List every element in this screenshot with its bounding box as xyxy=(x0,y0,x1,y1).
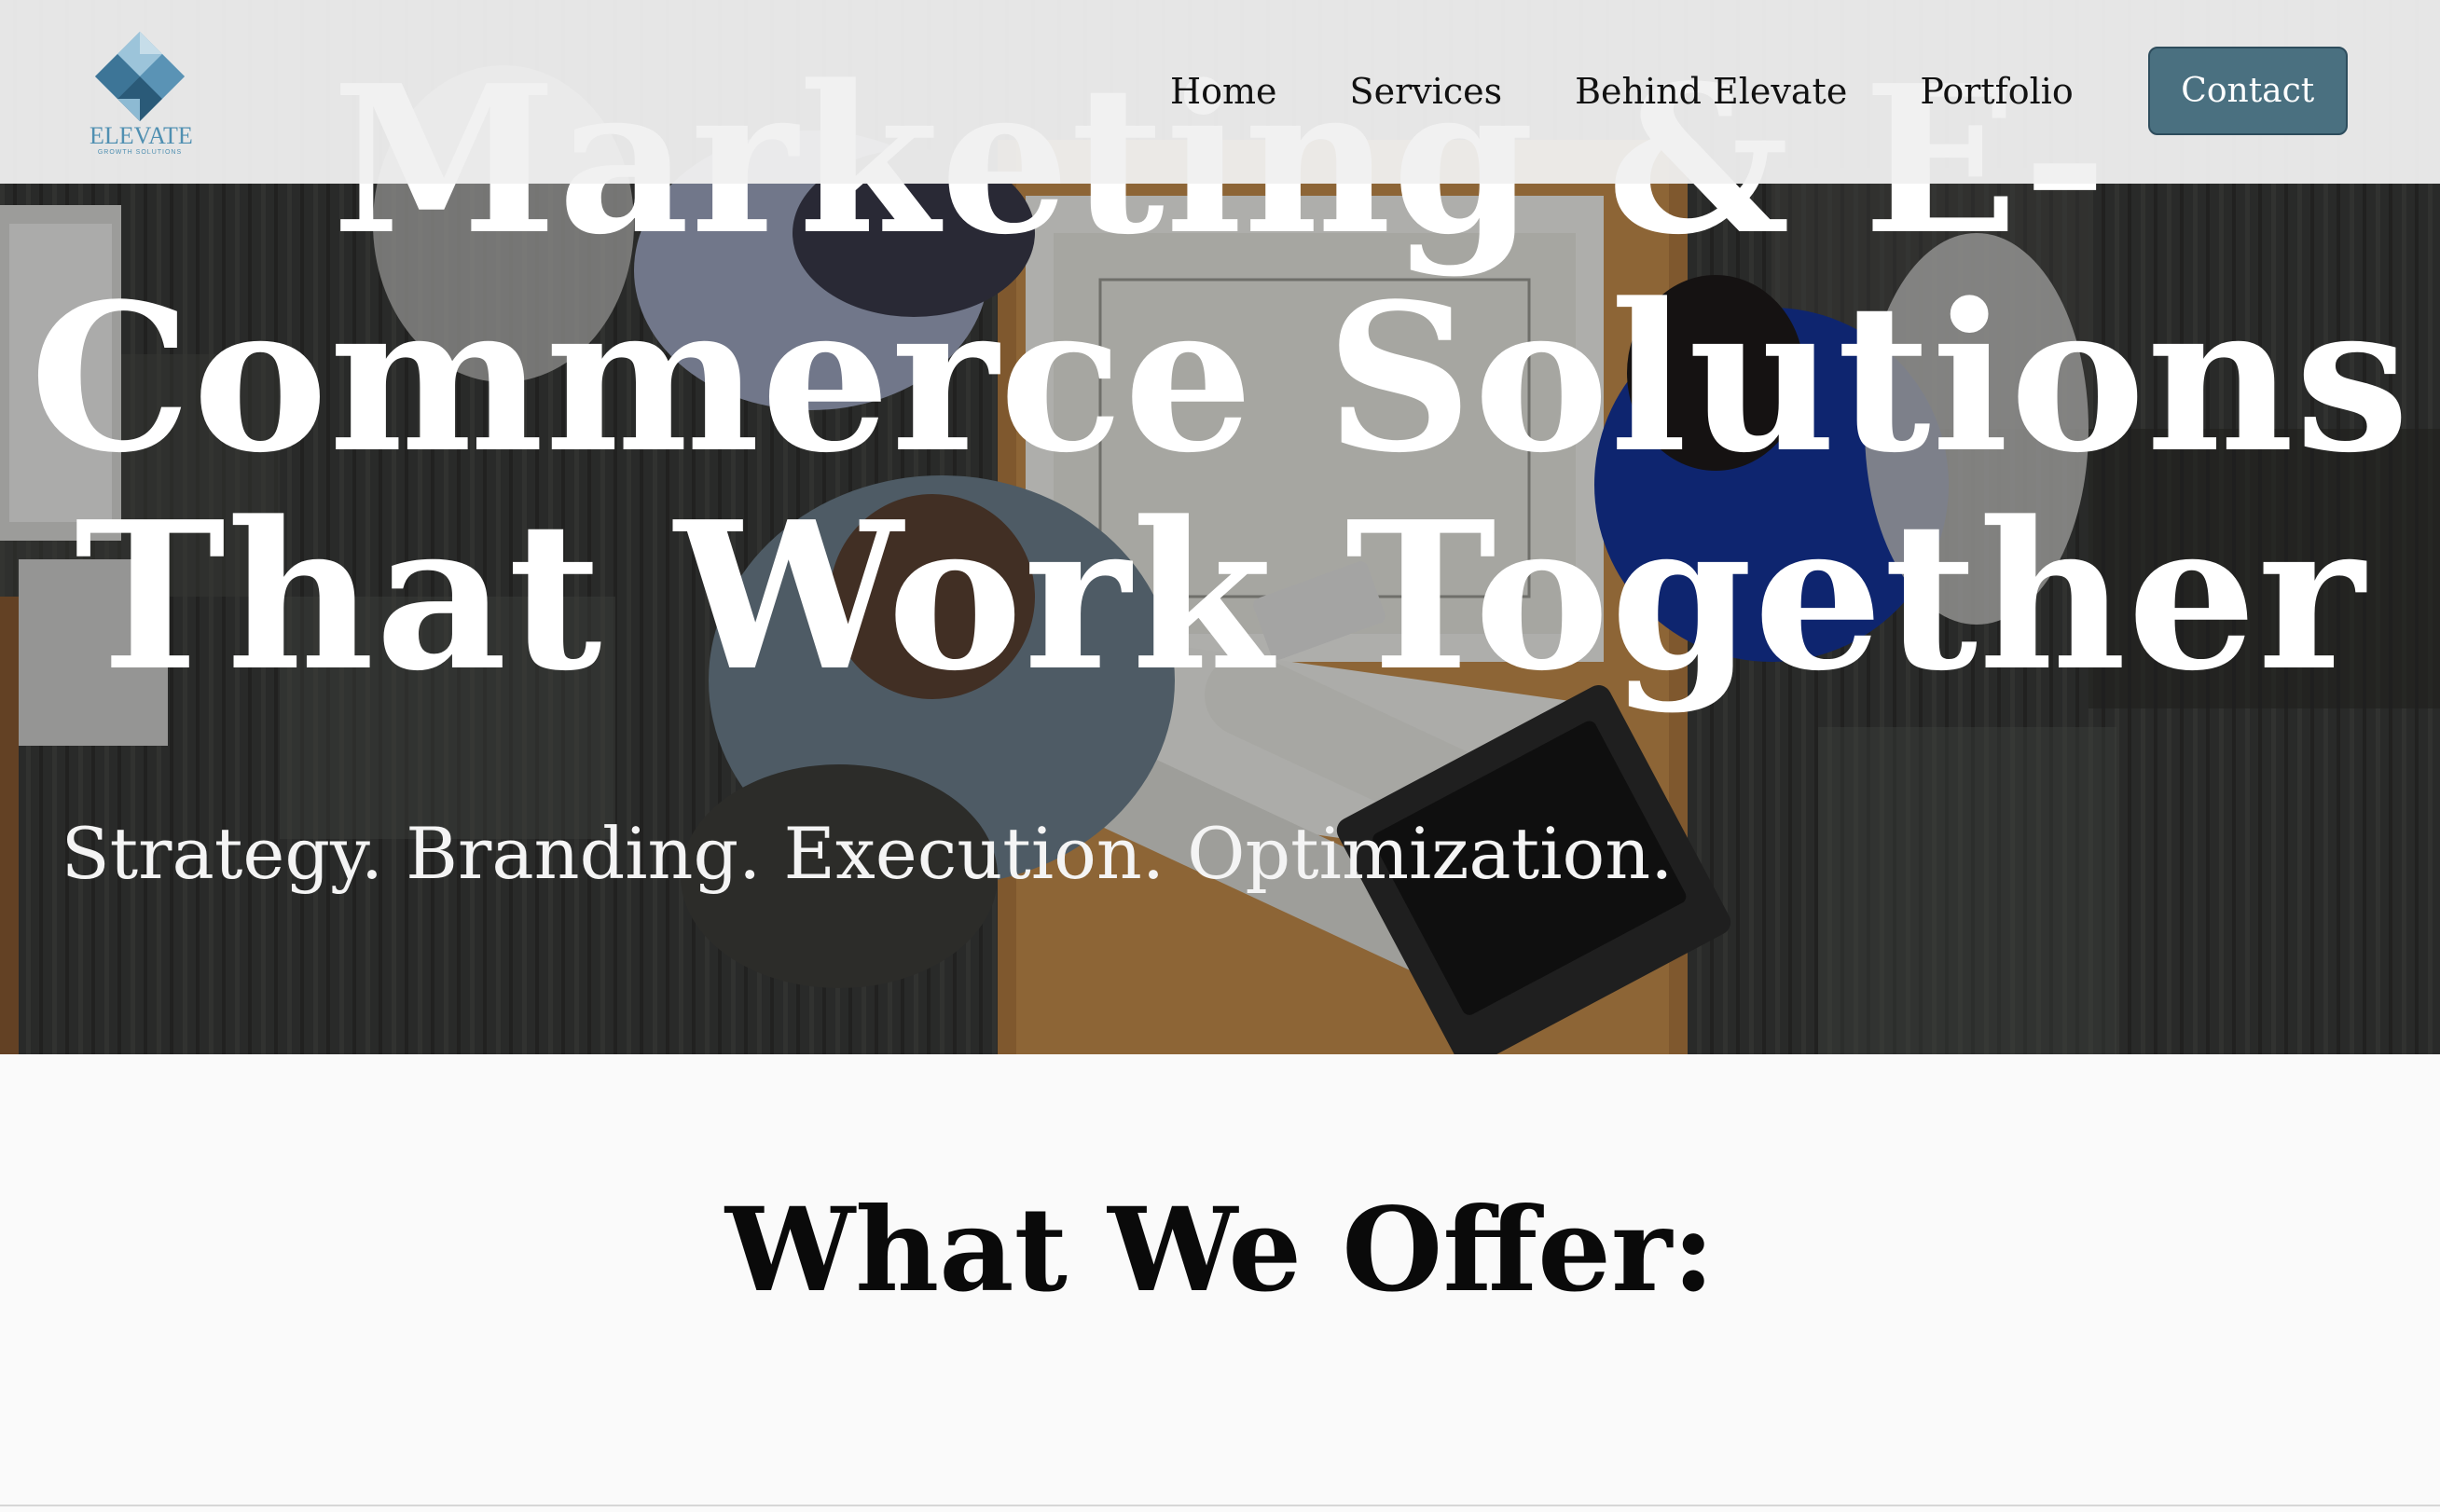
headline-line-2: Commerce Solutions xyxy=(29,259,2411,498)
logo-wordmark: ELEVATE xyxy=(90,122,193,149)
contact-button[interactable]: Contact xyxy=(2147,47,2348,135)
offer-title: What We Offer: xyxy=(724,1183,1716,1318)
main-nav: Home Services Behind Elevate Portfolio C… xyxy=(1170,47,2348,135)
site-header: ELEVATE GROWTH SOLUTIONS Home Services B… xyxy=(0,0,2440,184)
nav-portfolio[interactable]: Portfolio xyxy=(1920,71,2073,112)
logo-subtitle: GROWTH SOLUTIONS xyxy=(97,149,183,156)
hero-tagline: Strategy. Branding. Execution. Optimizat… xyxy=(61,812,1674,895)
elevate-diamond-logo-icon xyxy=(95,32,185,121)
nav-services[interactable]: Services xyxy=(1350,71,1503,112)
offer-section: What We Offer: xyxy=(0,1054,2440,1505)
headline-line-3: That Work Together xyxy=(74,477,2366,716)
section-divider xyxy=(0,1505,2440,1506)
site-logo[interactable]: ELEVATE GROWTH SOLUTIONS xyxy=(90,30,193,160)
nav-behind-elevate[interactable]: Behind Elevate xyxy=(1575,71,1847,112)
nav-home[interactable]: Home xyxy=(1170,71,1277,112)
